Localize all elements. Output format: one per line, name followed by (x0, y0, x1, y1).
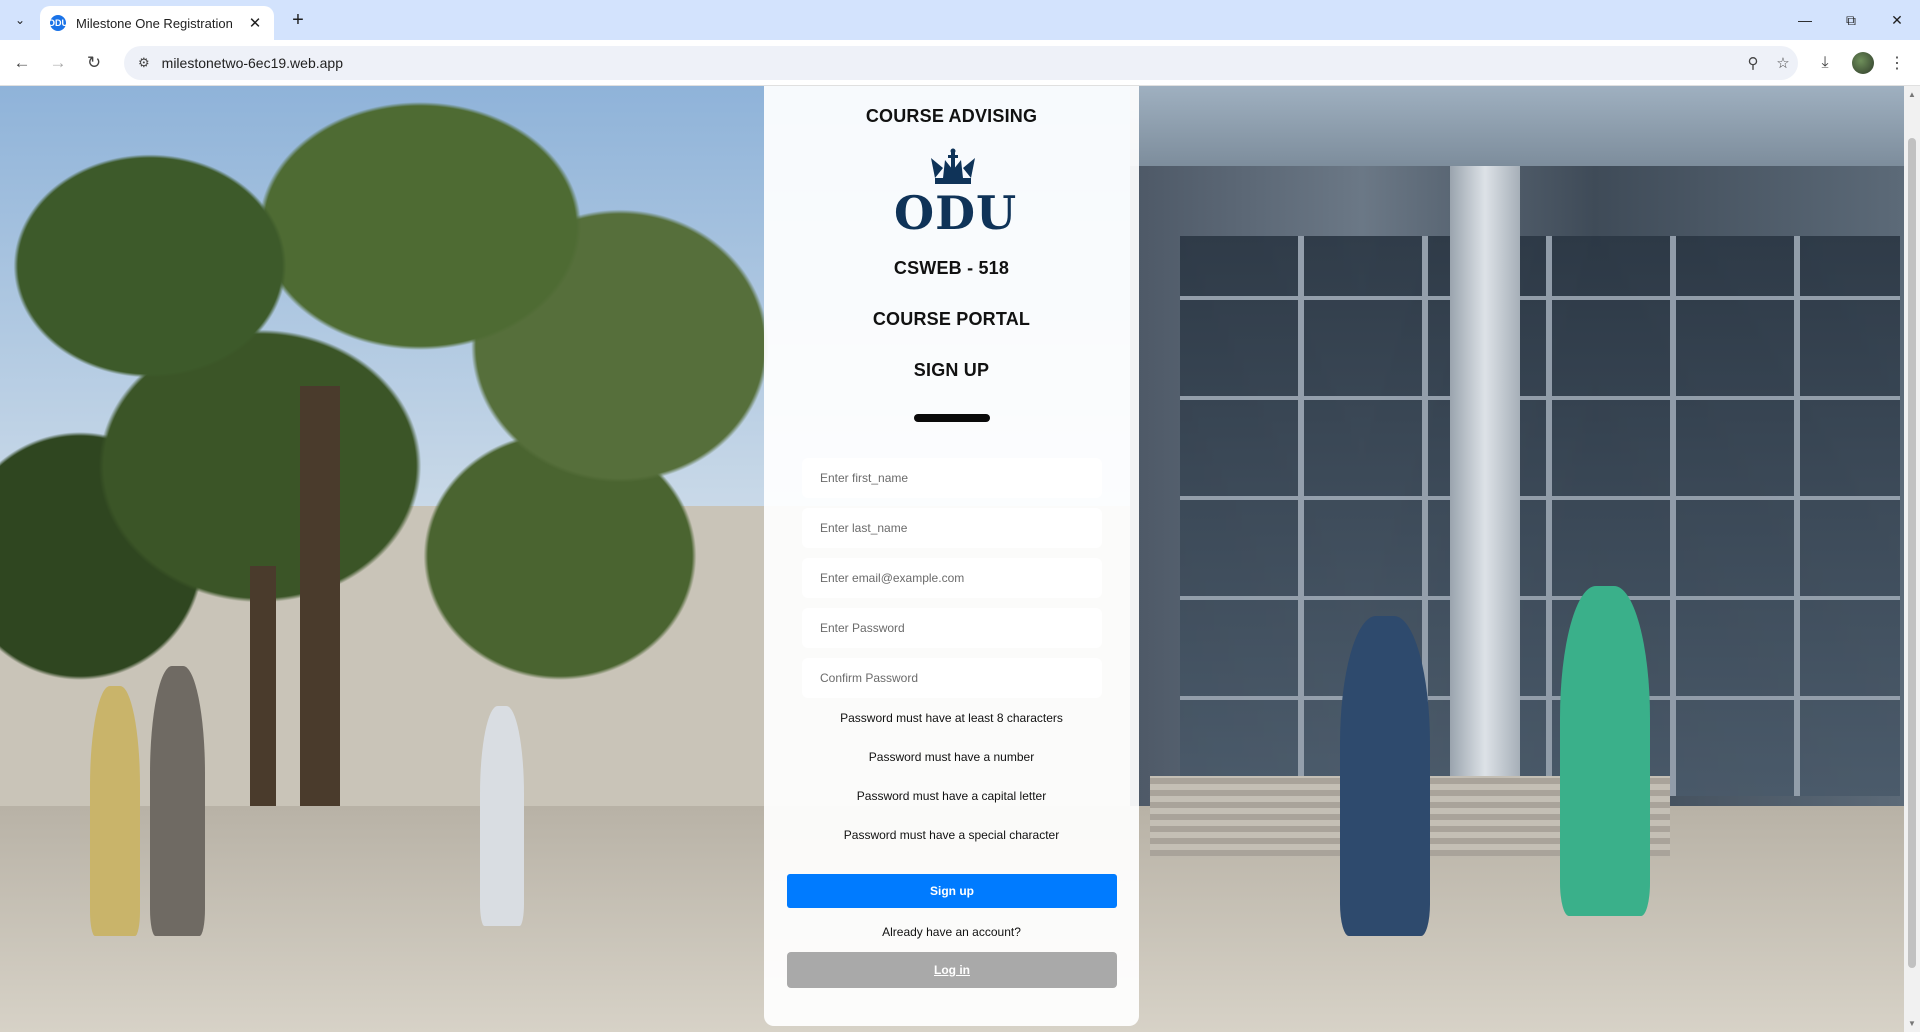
profile-avatar[interactable] (1852, 52, 1874, 74)
close-window-icon[interactable]: ✕ (1874, 0, 1920, 40)
last-name-field[interactable] (802, 508, 1102, 548)
background-building-roof (1130, 86, 1904, 166)
login-button[interactable]: Log in (787, 952, 1117, 988)
have-account-text: Already have an account? (882, 925, 1021, 939)
password-field[interactable] (802, 608, 1102, 648)
background-person (90, 686, 140, 936)
course-code: CSWEB - 518 (893, 258, 1010, 278)
tab-close-icon[interactable]: ✕ (246, 14, 264, 32)
background-tree-trunk (250, 566, 276, 846)
background-person (1560, 586, 1650, 916)
address-bar[interactable]: ⚙ milestonetwo-6ec19.web.app ⚲ ☆ (124, 46, 1798, 80)
confirm-password-field[interactable] (802, 658, 1102, 698)
portal-title: COURSE PORTAL (872, 309, 1031, 329)
password-rule-length: Password must have at least 8 characters (840, 711, 1063, 725)
tab-strip: ⌄ ODU Milestone One Registration ✕ + — ⧉… (0, 0, 1920, 40)
background-person (150, 666, 205, 936)
tab-search-chevron-icon[interactable]: ⌄ (8, 9, 32, 31)
background-person (480, 706, 524, 926)
new-tab-button[interactable]: + (284, 8, 312, 32)
reload-icon[interactable]: ↻ (80, 49, 108, 77)
password-rule-capital: Password must have a capital letter (856, 789, 1047, 803)
form-title: SIGN UP (913, 360, 990, 380)
app-heading: COURSE ADVISING (865, 106, 1038, 126)
favicon-icon: ODU (48, 15, 68, 31)
background-tree-trunk (300, 386, 340, 846)
crown-icon (931, 148, 975, 184)
forward-icon[interactable]: → (44, 49, 72, 77)
password-rule-number: Password must have a number (868, 750, 1035, 764)
menu-kebab-icon[interactable]: ⋮ (1883, 49, 1911, 77)
first-name-field[interactable] (802, 458, 1102, 498)
page-viewport: COURSE ADVISING ODU CSWEB - 518 COURSE P… (0, 86, 1904, 1032)
password-rule-special: Password must have a special character (843, 828, 1060, 842)
scrollbar-thumb[interactable] (1908, 138, 1916, 968)
scroll-down-icon[interactable]: ▼ (1908, 1019, 1916, 1028)
back-icon[interactable]: ← (8, 49, 36, 77)
page-scrollbar[interactable]: ▲ ▼ (1904, 86, 1920, 1032)
minimize-icon[interactable]: — (1782, 0, 1828, 40)
signup-card: COURSE ADVISING ODU CSWEB - 518 COURSE P… (764, 86, 1139, 1026)
window-controls: — ⧉ ✕ (1782, 0, 1920, 40)
browser-tab[interactable]: ODU Milestone One Registration ✕ (40, 6, 274, 40)
scroll-up-icon[interactable]: ▲ (1908, 90, 1916, 99)
bookmark-star-icon[interactable]: ☆ (1768, 54, 1798, 72)
odu-logo: ODU (894, 148, 1018, 240)
site-info-icon[interactable]: ⚙ (138, 55, 150, 71)
tab-title: Milestone One Registration (76, 15, 233, 31)
background-column (1450, 166, 1520, 806)
background-person (1340, 616, 1430, 936)
signup-button[interactable]: Sign up (787, 874, 1117, 908)
logo-wordmark: ODU (894, 186, 1018, 240)
title-underline-bar (914, 414, 990, 422)
background-glass-facade (1180, 236, 1900, 796)
url-text: milestonetwo-6ec19.web.app (161, 55, 343, 71)
email-field[interactable] (802, 558, 1102, 598)
zoom-icon[interactable]: ⚲ (1738, 54, 1768, 72)
restore-icon[interactable]: ⧉ (1828, 0, 1874, 40)
download-icon[interactable]: ⤓ (1811, 49, 1839, 77)
browser-toolbar: ← → ↻ ⚙ milestonetwo-6ec19.web.app ⚲ ☆ ⤓… (0, 40, 1920, 86)
